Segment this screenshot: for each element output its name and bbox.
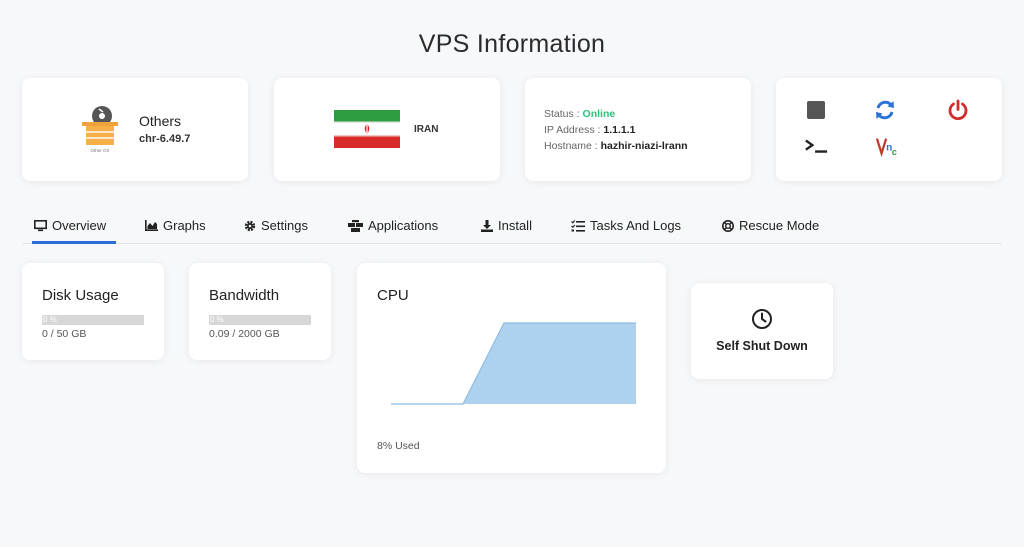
tab-tasks-and-logs-label: Tasks And Logs bbox=[590, 218, 682, 233]
status-value: Online bbox=[582, 108, 616, 120]
self-shutdown-button[interactable]: Self Shut Down bbox=[691, 283, 833, 379]
cpu-usage-area bbox=[391, 323, 636, 404]
disk-usage-value: 0 / 50 GB bbox=[42, 328, 87, 340]
ip-line: IP Address : 1.1.1.1 bbox=[544, 122, 688, 138]
tab-applications[interactable]: Applications bbox=[348, 218, 438, 233]
self-shutdown-label: Self Shut Down bbox=[716, 339, 808, 353]
cpu-card: CPU 8% Used bbox=[357, 263, 666, 473]
tab-applications-label: Applications bbox=[368, 218, 439, 233]
status-line: Status : Online bbox=[544, 106, 688, 122]
server-status-card: Status : Online IP Address : 1.1.1.1 Hos… bbox=[525, 78, 751, 181]
terminal-icon bbox=[805, 139, 828, 153]
cpu-title: CPU bbox=[377, 287, 409, 304]
bandwidth-card: Bandwidth 0 % 0.09 / 2000 GB bbox=[189, 263, 331, 360]
apps-icon bbox=[348, 219, 363, 232]
cpu-usage-chart bbox=[391, 322, 636, 405]
hostname-value: hazhir-niazi-lrann bbox=[600, 140, 688, 152]
bandwidth-value: 0.09 / 2000 GB bbox=[209, 328, 280, 340]
tab-overview[interactable]: Overview bbox=[31, 218, 117, 244]
tab-settings-label: Settings bbox=[261, 218, 308, 233]
bandwidth-percent: 0 % bbox=[210, 315, 224, 324]
refresh-icon bbox=[876, 100, 894, 120]
console-button[interactable] bbox=[804, 134, 828, 158]
tasks-icon bbox=[571, 219, 585, 232]
page-title: VPS Information bbox=[418, 30, 606, 58]
tab-rescue-mode[interactable]: Rescue Mode bbox=[722, 218, 819, 233]
tab-tasks-and-logs[interactable]: Tasks And Logs bbox=[571, 218, 681, 233]
tab-graphs-label: Graphs bbox=[163, 218, 206, 233]
tab-bar: Overview Graphs Settings Applications In… bbox=[22, 212, 1002, 244]
disk-usage-percent: 0 % bbox=[43, 315, 57, 324]
disk-usage-bar: 0 % bbox=[42, 315, 144, 325]
disk-usage-title: Disk Usage bbox=[42, 287, 119, 304]
tab-install[interactable]: Install bbox=[481, 218, 532, 233]
restart-button[interactable] bbox=[873, 98, 897, 122]
bandwidth-bar: 0 % bbox=[209, 315, 311, 325]
monitor-icon bbox=[34, 219, 47, 231]
os-card: Other OS Others chr-6.49.7 bbox=[22, 78, 248, 181]
hostname-line: Hostname : hazhir-niazi-lrann bbox=[544, 138, 688, 154]
ip-value: 1.1.1.1 bbox=[603, 124, 636, 136]
vnc-button[interactable]: n c bbox=[876, 134, 900, 158]
stop-icon bbox=[807, 101, 825, 119]
stop-button[interactable] bbox=[804, 98, 828, 122]
lifebuoy-icon bbox=[722, 219, 734, 232]
tab-overview-label: Overview bbox=[52, 218, 107, 233]
tab-settings[interactable]: Settings bbox=[244, 218, 308, 233]
download-icon bbox=[481, 219, 493, 232]
power-actions-card: n c bbox=[776, 78, 1002, 181]
country-name: IRAN bbox=[414, 124, 439, 135]
os-version: chr-6.49.7 bbox=[139, 133, 191, 145]
hostname-label: Hostname : bbox=[544, 140, 598, 152]
status-label: Status : bbox=[544, 108, 580, 120]
power-icon bbox=[948, 99, 968, 121]
tab-graphs[interactable]: Graphs bbox=[145, 218, 206, 233]
ip-label: IP Address : bbox=[544, 124, 601, 136]
vnc-icon: n c bbox=[876, 138, 897, 157]
clock-icon bbox=[752, 309, 772, 329]
bandwidth-title: Bandwidth bbox=[209, 287, 280, 304]
disk-usage-card: Disk Usage 0 % 0 / 50 GB bbox=[22, 263, 164, 360]
os-box-icon: Other OS bbox=[82, 106, 118, 153]
os-name: Others bbox=[139, 113, 182, 129]
power-button[interactable] bbox=[946, 98, 970, 122]
gear-icon bbox=[244, 220, 256, 231]
svg-text:c: c bbox=[892, 147, 897, 157]
os-logo-caption: Other OS bbox=[90, 148, 109, 153]
tab-rescue-mode-label: Rescue Mode bbox=[739, 218, 820, 233]
tab-install-label: Install bbox=[498, 218, 532, 233]
cpu-used-text: 8% Used bbox=[377, 440, 420, 452]
location-card: IRAN bbox=[274, 78, 500, 181]
chart-icon bbox=[145, 220, 158, 231]
iran-flag-icon bbox=[334, 110, 400, 148]
